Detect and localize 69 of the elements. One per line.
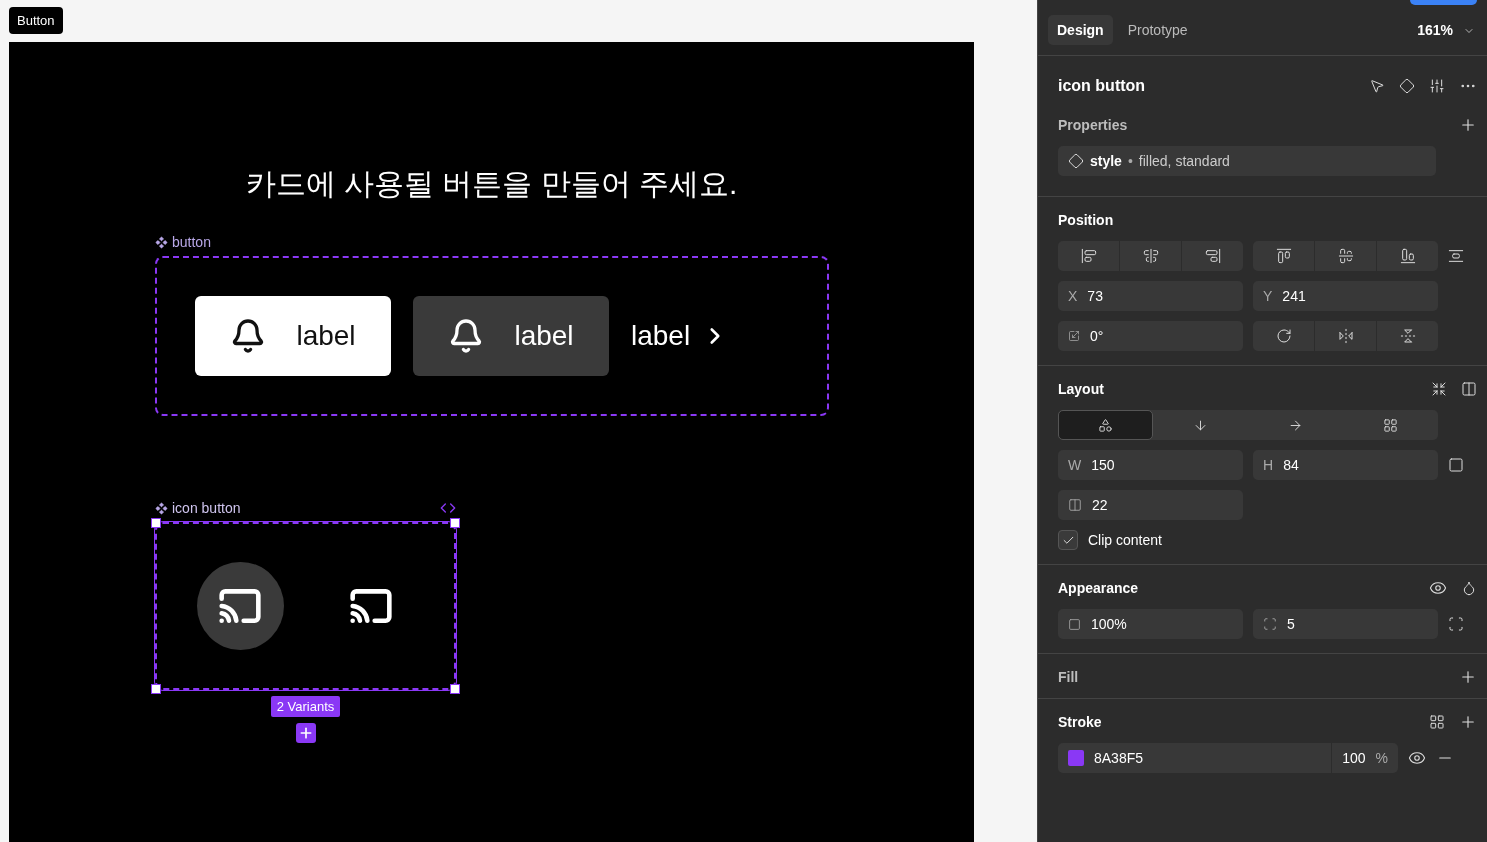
droplet-icon[interactable] <box>1461 580 1477 596</box>
variant-count-badge: 2 Variants <box>270 696 341 717</box>
checkbox-label: Clip content <box>1088 532 1162 548</box>
rotate-icon[interactable] <box>1275 328 1292 344</box>
layer-title: icon button <box>1058 77 1146 95</box>
gap-field[interactable]: 22 <box>1058 490 1243 520</box>
grid-icon <box>1383 417 1398 433</box>
layout-mode-button[interactable] <box>1058 410 1153 440</box>
styles-icon[interactable] <box>1429 714 1445 730</box>
diamond-icon[interactable] <box>1399 78 1415 94</box>
component-icon <box>155 501 168 515</box>
clip-checkbox[interactable] <box>1058 530 1078 550</box>
flip-horizontal-icon[interactable] <box>1337 328 1354 344</box>
add-variant-button[interactable] <box>295 723 316 743</box>
add-icon[interactable] <box>1459 668 1477 686</box>
add-icon[interactable] <box>1459 713 1477 731</box>
cursor-icon[interactable] <box>1369 78 1385 94</box>
align-right-icon[interactable] <box>1204 248 1221 264</box>
resize-handle[interactable] <box>151 518 161 528</box>
panel-tab[interactable]: Design <box>1048 15 1113 45</box>
section-heading: Appearance <box>1058 580 1139 596</box>
shrink-icon[interactable] <box>1431 381 1447 397</box>
columns-icon[interactable] <box>1461 381 1477 397</box>
section-heading: Properties <box>1058 117 1128 133</box>
component-set-label[interactable]: button <box>172 234 211 250</box>
component-set-label[interactable]: icon button <box>172 500 241 516</box>
add-icon[interactable] <box>1459 116 1477 134</box>
align-center-icon[interactable] <box>1142 248 1159 264</box>
x-field[interactable]: X 73 <box>1058 281 1243 311</box>
toolbar-button[interactable] <box>1410 0 1477 5</box>
section-heading: Position <box>1058 212 1114 228</box>
corner-icon <box>1263 617 1277 631</box>
property-pill[interactable]: style • filled, standard <box>1058 146 1436 176</box>
panel-tab[interactable]: Prototype <box>1118 15 1197 45</box>
height-field[interactable]: H 84 <box>1253 450 1438 480</box>
code-icon[interactable] <box>440 500 456 516</box>
arrow-right-icon <box>1288 417 1303 433</box>
resize-handle[interactable] <box>151 684 161 694</box>
frame-heading: 카드에 사용될 버튼을 만들어 주세요. <box>244 166 739 202</box>
eye-icon[interactable] <box>1429 579 1447 597</box>
align-middle-icon[interactable] <box>1337 248 1354 264</box>
section-heading: Stroke <box>1058 714 1102 730</box>
zoom-level[interactable]: 161% <box>1413 15 1457 45</box>
gap-icon <box>1068 498 1082 512</box>
resize-handle[interactable] <box>450 518 460 528</box>
section-heading: Layout <box>1058 381 1104 397</box>
frame-label[interactable]: Button <box>9 7 63 34</box>
shapes-icon <box>1098 417 1113 433</box>
arrow-down-icon <box>1193 417 1208 433</box>
resize-handle[interactable] <box>450 684 460 694</box>
corner-radius-field[interactable]: 5 <box>1253 609 1438 639</box>
opacity-field[interactable]: 100% <box>1058 609 1243 639</box>
rotation-field[interactable]: 0° <box>1058 321 1243 351</box>
section-heading: Fill <box>1058 669 1079 685</box>
sliders-icon[interactable] <box>1429 78 1445 94</box>
diamond-icon <box>1068 153 1084 169</box>
y-field[interactable]: Y 241 <box>1253 281 1438 311</box>
align-bottom-icon[interactable] <box>1399 248 1416 264</box>
flip-vertical-icon[interactable] <box>1399 328 1416 344</box>
width-field[interactable]: W 150 <box>1058 450 1243 480</box>
align-top-icon[interactable] <box>1275 248 1292 264</box>
distribute-icon[interactable] <box>1448 248 1464 264</box>
color-swatch[interactable] <box>1068 750 1084 766</box>
component-icon <box>155 235 168 249</box>
eye-icon[interactable] <box>1408 749 1426 767</box>
stroke-field[interactable]: 8A38F5 100 % <box>1058 743 1398 773</box>
button-label: label <box>631 320 691 352</box>
align-left-icon[interactable] <box>1080 248 1097 264</box>
corners-icon[interactable] <box>1448 616 1464 632</box>
